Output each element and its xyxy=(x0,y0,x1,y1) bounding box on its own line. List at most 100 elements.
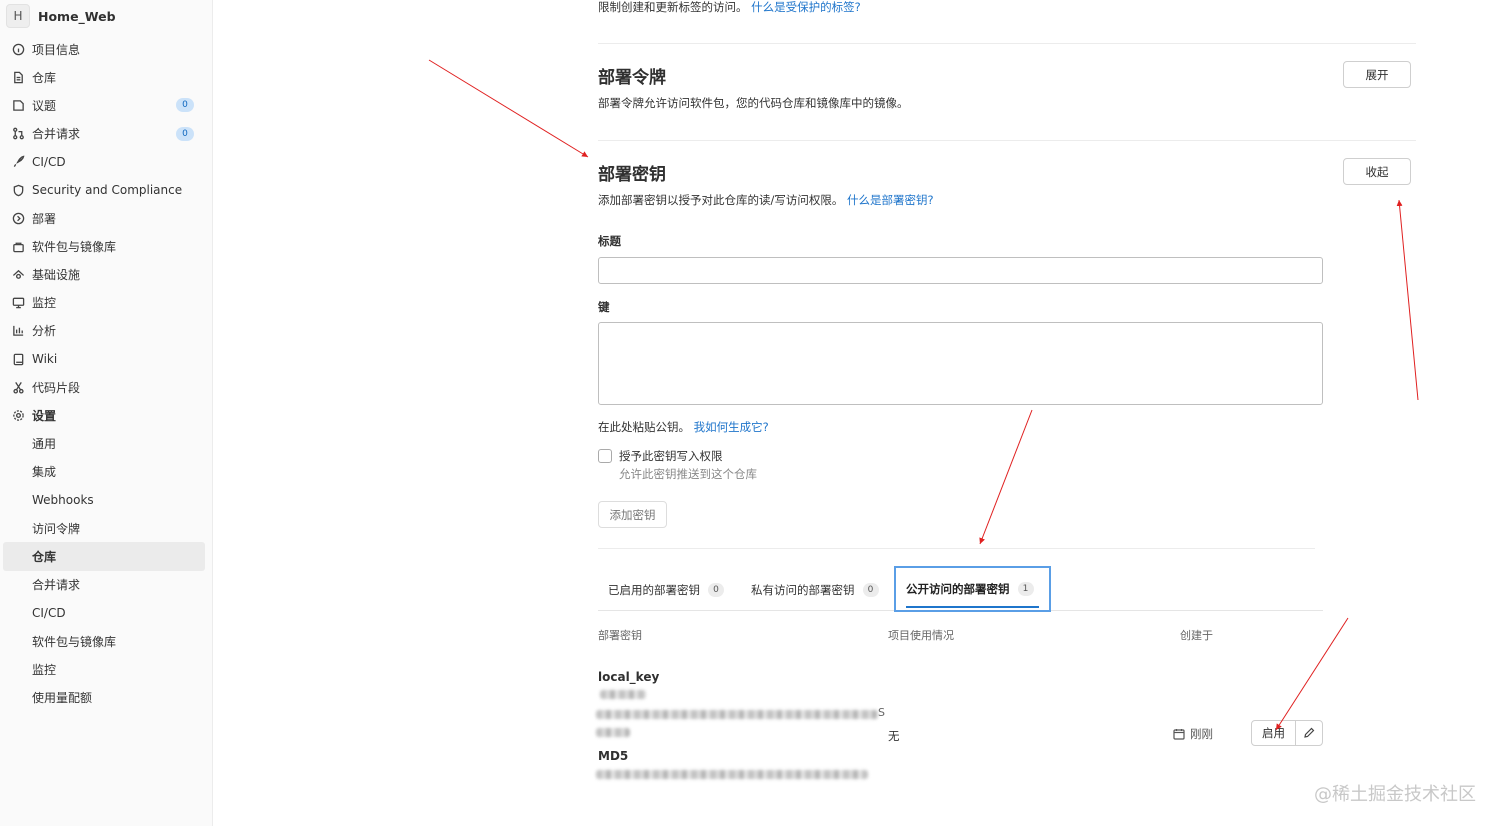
sidebar-item-label: 监控 xyxy=(32,296,57,311)
sub-item-label: 仓库 xyxy=(32,549,57,564)
sub-item-label: Webhooks xyxy=(32,493,94,508)
sidebar-item-label: Security and Compliance xyxy=(32,183,183,198)
sidebar-item-issues[interactable]: 议题 0 xyxy=(0,91,212,119)
sidebar-item-label: 合并请求 xyxy=(32,127,81,142)
package-icon xyxy=(11,239,25,253)
chart-icon xyxy=(11,324,25,338)
deploy-keys-help-link[interactable]: 什么是部署密钥? xyxy=(847,193,934,207)
sidebar-item-security[interactable]: Security and Compliance xyxy=(0,176,212,204)
settings-sub-monitor[interactable]: 监控 xyxy=(0,655,212,683)
monitor-icon xyxy=(11,296,25,310)
deploy-tokens-title: 部署令牌 xyxy=(598,68,666,88)
issues-icon xyxy=(11,98,25,112)
title-input[interactable] xyxy=(598,257,1323,284)
gear-icon xyxy=(11,409,25,423)
settings-sub-ci-cd[interactable]: CI/CD xyxy=(0,599,212,627)
sidebar-item-packages[interactable]: 软件包与镜像库 xyxy=(0,232,212,260)
sidebar-item-infrastructure[interactable]: 基础设施 xyxy=(0,261,212,289)
settings-sub-usage-quotas[interactable]: 使用量配额 xyxy=(0,683,212,711)
project-name: Home_Web xyxy=(38,8,116,24)
deploy-keys-desc-text: 添加部署密钥以授予对此仓库的读/写访问权限。 xyxy=(598,193,844,207)
sidebar-item-label: 项目信息 xyxy=(32,42,81,57)
tab-private-keys[interactable]: 私有访问的部署密钥 0 xyxy=(741,571,889,609)
key-paste-help: 在此处粘贴公钥。 我如何生成它? xyxy=(598,419,769,435)
sidebar-item-ci-cd[interactable]: CI/CD xyxy=(0,148,212,176)
section-divider xyxy=(598,140,1416,141)
project-usage-value: 无 xyxy=(888,729,900,743)
protected-tags-desc-text: 限制创建和更新标签的访问。 xyxy=(598,0,748,14)
expand-button[interactable]: 展开 xyxy=(1343,61,1411,88)
deploy-tokens-desc: 部署令牌允许访问软件包，您的代码仓库和镜像库中的镜像。 xyxy=(598,96,909,110)
sidebar-item-label: 议题 xyxy=(32,98,57,113)
column-header-usage: 项目使用情况 xyxy=(888,629,954,642)
settings-sub-repository[interactable]: 仓库 xyxy=(3,542,205,571)
scissors-icon xyxy=(11,380,25,394)
sidebar-item-label: Wiki xyxy=(32,352,58,367)
project-header[interactable]: H Home_Web xyxy=(6,2,116,30)
tab-label: 已启用的部署密钥 xyxy=(608,583,700,597)
sidebar-item-monitor[interactable]: 监控 xyxy=(0,289,212,317)
info-icon xyxy=(11,42,25,56)
key-paste-help-text: 在此处粘贴公钥。 xyxy=(598,420,690,434)
sidebar-item-wiki[interactable]: Wiki xyxy=(0,345,212,373)
deploy-keys-title: 部署密钥 xyxy=(598,165,666,185)
write-access-checkbox[interactable] xyxy=(598,449,612,463)
sub-item-label: 监控 xyxy=(32,662,57,677)
sidebar: H Home_Web 项目信息 仓库 议题 0 合并请求 0 CI/CD Sec… xyxy=(0,0,213,826)
add-key-button[interactable]: 添加密钥 xyxy=(598,501,667,528)
rocket-icon xyxy=(11,155,25,169)
sub-item-label: 集成 xyxy=(32,465,57,480)
calendar-icon xyxy=(1173,728,1185,740)
tab-label: 公开访问的部署密钥 xyxy=(906,582,1010,596)
settings-sub-merge-requests[interactable]: 合并请求 xyxy=(0,571,212,599)
tab-count-badge: 1 xyxy=(1017,582,1034,596)
key-textarea[interactable] xyxy=(598,322,1323,405)
sidebar-item-label: 软件包与镜像库 xyxy=(32,239,117,254)
project-avatar: H xyxy=(6,4,30,28)
settings-sub-packages[interactable]: 软件包与镜像库 xyxy=(0,627,212,655)
write-access-label: 授予此密钥写入权限 xyxy=(619,449,723,463)
protected-tags-help-link[interactable]: 什么是受保护的标签? xyxy=(751,0,861,14)
sidebar-item-settings[interactable]: 设置 xyxy=(0,401,212,429)
sub-item-label: 访问令牌 xyxy=(32,521,81,536)
section-divider xyxy=(598,548,1315,549)
redacted-fingerprint xyxy=(596,710,878,719)
settings-sub-access-tokens[interactable]: 访问令牌 xyxy=(0,514,212,542)
sidebar-item-snippets[interactable]: 代码片段 xyxy=(0,373,212,401)
tab-count-badge: 0 xyxy=(862,583,879,597)
sidebar-item-deployments[interactable]: 部署 xyxy=(0,204,212,232)
main-content: 限制创建和更新标签的访问。 什么是受保护的标签? 部署令牌 部署令牌允许访问软件… xyxy=(214,0,1500,826)
column-header-created: 创建于 xyxy=(1180,629,1213,642)
sub-item-label: CI/CD xyxy=(32,605,66,620)
merge-request-icon xyxy=(11,127,25,141)
enable-key-button[interactable]: 启用 xyxy=(1251,720,1296,746)
title-field-label: 标题 xyxy=(598,234,621,248)
edit-key-button[interactable] xyxy=(1295,720,1323,746)
how-to-generate-link[interactable]: 我如何生成它? xyxy=(694,420,769,434)
redacted-md5 xyxy=(596,770,868,779)
sidebar-item-label: 设置 xyxy=(32,409,57,424)
document-icon xyxy=(11,70,25,84)
tab-enabled-keys[interactable]: 已启用的部署密钥 0 xyxy=(598,571,734,609)
sidebar-item-project-info[interactable]: 项目信息 xyxy=(0,35,212,63)
sidebar-item-merge-requests[interactable]: 合并请求 0 xyxy=(0,120,212,148)
section-divider xyxy=(598,43,1416,44)
write-access-help: 允许此密钥推送到这个仓库 xyxy=(619,467,757,481)
deploy-keys-desc: 添加部署密钥以授予对此仓库的读/写访问权限。 什么是部署密钥? xyxy=(598,192,934,208)
settings-sub-integrations[interactable]: 集成 xyxy=(0,458,212,486)
tab-public-keys[interactable]: 公开访问的部署密钥 1 xyxy=(894,566,1051,612)
sub-item-label: 合并请求 xyxy=(32,578,81,593)
collapse-button[interactable]: 收起 xyxy=(1343,158,1411,185)
sidebar-item-repository[interactable]: 仓库 xyxy=(0,63,212,91)
settings-sub-general[interactable]: 通用 xyxy=(0,430,212,458)
settings-sub-webhooks[interactable]: Webhooks xyxy=(0,486,212,514)
tab-label: 私有访问的部署密钥 xyxy=(751,583,855,597)
sidebar-item-label: 分析 xyxy=(32,324,57,339)
book-icon xyxy=(11,352,25,366)
pencil-icon xyxy=(1303,727,1315,739)
redacted-text xyxy=(596,728,630,737)
sidebar-item-analytics[interactable]: 分析 xyxy=(0,317,212,345)
sidebar-item-label: 部署 xyxy=(32,211,57,226)
sidebar-nav: 项目信息 仓库 议题 0 合并请求 0 CI/CD Security and C… xyxy=(0,35,212,712)
fingerprint-fragment: S xyxy=(878,706,885,719)
